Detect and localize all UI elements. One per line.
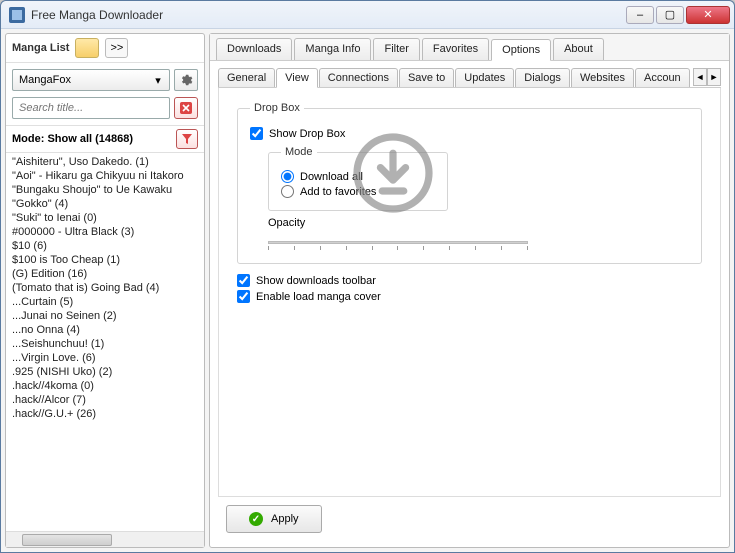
list-item[interactable]: "Suki" to Ienai (0) xyxy=(10,211,204,225)
mode-group: Mode Download all Add to favorites xyxy=(268,146,448,211)
mode-favorites-input[interactable] xyxy=(281,185,294,198)
close-icon: ✕ xyxy=(703,8,712,21)
check-icon: ✓ xyxy=(249,512,263,526)
list-item[interactable]: ...Curtain (5) xyxy=(10,295,204,309)
sidebar-panel: Manga List >> MangaFox ▾ Mod xyxy=(5,33,205,548)
scroll-thumb[interactable] xyxy=(22,534,112,546)
filter-button[interactable] xyxy=(176,129,198,149)
close-button[interactable]: ✕ xyxy=(686,6,730,24)
subtab-updates[interactable]: Updates xyxy=(455,68,514,87)
tab-manga-info[interactable]: Manga Info xyxy=(294,38,371,60)
clear-search-button[interactable] xyxy=(174,97,198,119)
minimize-icon: – xyxy=(637,9,643,21)
slider-ticks xyxy=(268,246,528,250)
app-title: Free Manga Downloader xyxy=(31,8,626,22)
gear-icon xyxy=(179,73,193,87)
list-item[interactable]: "Bungaku Shoujo" to Ue Kawaku xyxy=(10,183,204,197)
tab-options[interactable]: Options xyxy=(491,39,551,61)
tab-downloads[interactable]: Downloads xyxy=(216,38,292,60)
source-combo[interactable]: MangaFox ▾ xyxy=(12,69,170,91)
expand-button[interactable]: >> xyxy=(105,38,128,58)
maximize-button[interactable]: ▢ xyxy=(656,6,684,24)
tab-filter[interactable]: Filter xyxy=(373,38,419,60)
list-item[interactable]: ...no Onna (4) xyxy=(10,323,204,337)
list-item[interactable]: .hack//G.U.+ (26) xyxy=(10,407,204,421)
subtabs-prev-button[interactable]: ◄ xyxy=(693,68,707,86)
maximize-icon: ▢ xyxy=(665,8,675,21)
mode-download-input[interactable] xyxy=(281,170,294,183)
expand-label: >> xyxy=(110,42,123,54)
list-item[interactable]: (G) Edition (16) xyxy=(10,267,204,281)
main-panel: DownloadsManga InfoFilterFavoritesOption… xyxy=(209,33,730,548)
dropbox-legend: Drop Box xyxy=(250,102,304,114)
titlebar[interactable]: Free Manga Downloader – ▢ ✕ xyxy=(1,1,734,29)
list-item[interactable]: ...Seishunchuu! (1) xyxy=(10,337,204,351)
list-item[interactable]: #000000 - Ultra Black (3) xyxy=(10,225,204,239)
opacity-slider[interactable] xyxy=(268,233,528,253)
subtab-connections[interactable]: Connections xyxy=(319,68,398,87)
subtab-dialogs[interactable]: Dialogs xyxy=(515,68,570,87)
search-input[interactable] xyxy=(12,97,170,119)
minimize-button[interactable]: – xyxy=(626,6,654,24)
subtab-accoun[interactable]: Accoun xyxy=(635,68,690,87)
subtab-websites[interactable]: Websites xyxy=(571,68,634,87)
horizontal-scrollbar[interactable] xyxy=(6,531,204,547)
enable-cover-label: Enable load manga cover xyxy=(256,291,381,303)
enable-cover-input[interactable] xyxy=(237,290,250,303)
list-item[interactable]: (Tomato that is) Going Bad (4) xyxy=(10,281,204,295)
show-dropbox-checkbox[interactable]: Show Drop Box xyxy=(250,127,689,140)
slider-track xyxy=(268,241,528,244)
mode-download-radio[interactable]: Download all xyxy=(281,170,435,183)
chevron-down-icon: ▾ xyxy=(151,74,165,87)
sidebar-title: Manga List xyxy=(12,42,69,54)
app-window: Free Manga Downloader – ▢ ✕ Manga List >… xyxy=(0,0,735,553)
list-item[interactable]: "Aishiteru", Uso Dakedo. (1) xyxy=(10,155,204,169)
show-toolbar-checkbox[interactable]: Show downloads toolbar xyxy=(237,274,702,287)
opacity-label: Opacity xyxy=(268,217,689,229)
options-view-page: Drop Box Show Drop Box Mode Download all xyxy=(218,88,721,497)
enable-cover-checkbox[interactable]: Enable load manga cover xyxy=(237,290,702,303)
subtabs-next-button[interactable]: ► xyxy=(707,68,721,86)
tab-about[interactable]: About xyxy=(553,38,604,60)
list-item[interactable]: ...Virgin Love. (6) xyxy=(10,351,204,365)
options-subtabs: GeneralViewConnectionsSave toUpdatesDial… xyxy=(218,67,721,88)
show-toolbar-label: Show downloads toolbar xyxy=(256,275,376,287)
mode-favorites-radio[interactable]: Add to favorites xyxy=(281,185,435,198)
apply-label: Apply xyxy=(271,513,299,525)
dropbox-group: Drop Box Show Drop Box Mode Download all xyxy=(237,102,702,264)
app-icon xyxy=(9,7,25,23)
funnel-icon xyxy=(181,133,193,145)
mode-label: Mode: Show all (14868) xyxy=(12,133,133,145)
source-value: MangaFox xyxy=(19,74,71,86)
subtab-general[interactable]: General xyxy=(218,68,275,87)
mode-download-label: Download all xyxy=(300,171,363,183)
list-item[interactable]: "Gokko" (4) xyxy=(10,197,204,211)
apply-button[interactable]: ✓ Apply xyxy=(226,505,322,533)
settings-button[interactable] xyxy=(174,69,198,91)
mode-favorites-label: Add to favorites xyxy=(300,186,376,198)
open-folder-button[interactable] xyxy=(75,38,99,58)
list-item[interactable]: ...Junai no Seinen (2) xyxy=(10,309,204,323)
main-tabbar: DownloadsManga InfoFilterFavoritesOption… xyxy=(210,34,729,61)
list-item[interactable]: .925 (NISHI Uko) (2) xyxy=(10,365,204,379)
show-toolbar-input[interactable] xyxy=(237,274,250,287)
list-item[interactable]: .hack//Alcor (7) xyxy=(10,393,204,407)
list-item[interactable]: $100 is Too Cheap (1) xyxy=(10,253,204,267)
list-item[interactable]: .hack//4koma (0) xyxy=(10,379,204,393)
x-icon xyxy=(180,102,192,114)
show-dropbox-input[interactable] xyxy=(250,127,263,140)
mode-legend: Mode xyxy=(281,146,317,158)
subtab-save-to[interactable]: Save to xyxy=(399,68,454,87)
list-item[interactable]: "Aoi" - Hikaru ga Chikyuu ni Itakoro xyxy=(10,169,204,183)
show-dropbox-label: Show Drop Box xyxy=(269,128,345,140)
manga-list[interactable]: "Aishiteru", Uso Dakedo. (1)"Aoi" - Hika… xyxy=(6,153,204,531)
list-item[interactable]: $10 (6) xyxy=(10,239,204,253)
subtab-view[interactable]: View xyxy=(276,68,318,88)
tab-favorites[interactable]: Favorites xyxy=(422,38,489,60)
